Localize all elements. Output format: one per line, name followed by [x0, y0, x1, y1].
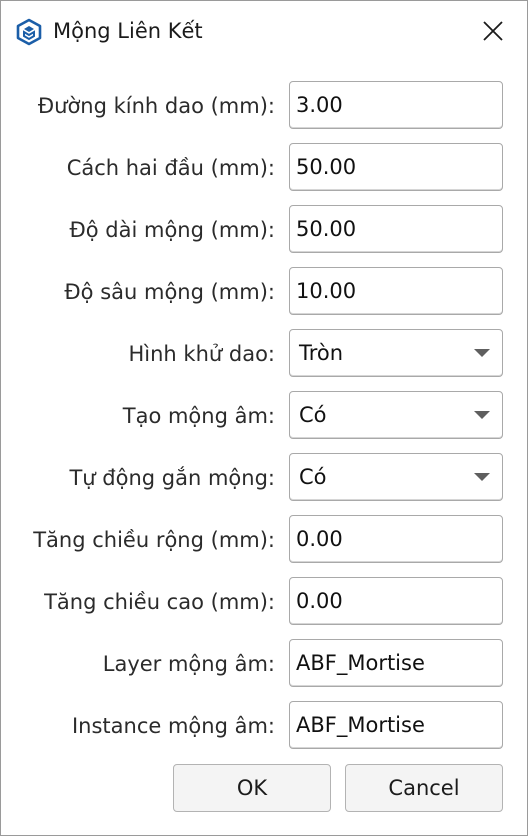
- label-cutter-relief: Hình khử dao:: [128, 342, 276, 366]
- row-mortise-instance: Instance mộng âm:: [1, 701, 527, 751]
- chevron-down-icon: [474, 349, 490, 357]
- auto-attach-value: Có: [299, 465, 327, 489]
- title-bar: Mộng Liên Kết: [1, 1, 527, 61]
- mortise-instance-field[interactable]: [289, 701, 503, 749]
- tenon-depth-field[interactable]: [289, 267, 503, 315]
- label-create-mortise: Tạo mộng âm:: [122, 404, 275, 428]
- row-width-increase: Tăng chiều rộng (mm):: [1, 515, 527, 565]
- close-button[interactable]: [459, 1, 527, 61]
- chevron-down-icon: [474, 411, 490, 419]
- cutter-relief-select[interactable]: Tròn: [289, 329, 503, 377]
- mortise-layer-input[interactable]: [290, 640, 502, 686]
- label-tenon-length: Độ dài mộng (mm):: [69, 218, 276, 242]
- height-increase-field[interactable]: [289, 577, 503, 625]
- label-end-offset: Cách hai đầu (mm):: [66, 156, 275, 180]
- tenon-length-field[interactable]: [289, 205, 503, 253]
- row-cutter-diameter: Đường kính dao (mm):: [1, 81, 527, 131]
- cutter-diameter-input[interactable]: [290, 82, 502, 128]
- label-height-increase: Tăng chiều cao (mm):: [44, 590, 275, 614]
- label-tenon-depth: Độ sâu mộng (mm):: [64, 280, 275, 304]
- window-title: Mộng Liên Kết: [53, 19, 203, 43]
- label-mortise-layer: Layer mộng âm:: [102, 652, 275, 676]
- form-body: Đường kính dao (mm): Cách hai đầu (mm): …: [1, 61, 527, 835]
- width-increase-field[interactable]: [289, 515, 503, 563]
- dialog-window: Mộng Liên Kết Đường kính dao (mm): Cách …: [0, 0, 528, 836]
- row-end-offset: Cách hai đầu (mm):: [1, 143, 527, 193]
- tenon-depth-input[interactable]: [290, 268, 502, 314]
- end-offset-input[interactable]: [290, 144, 502, 190]
- end-offset-field[interactable]: [289, 143, 503, 191]
- label-width-increase: Tăng chiều rộng (mm):: [33, 528, 275, 552]
- row-tenon-depth: Độ sâu mộng (mm):: [1, 267, 527, 317]
- create-mortise-select[interactable]: Có: [289, 391, 503, 439]
- ok-button[interactable]: OK: [173, 764, 331, 812]
- label-cutter-diameter: Đường kính dao (mm):: [37, 94, 275, 118]
- width-increase-input[interactable]: [290, 516, 502, 562]
- label-auto-attach: Tự động gắn mộng:: [69, 466, 275, 490]
- label-mortise-instance: Instance mộng âm:: [71, 714, 275, 738]
- cutter-diameter-field[interactable]: [289, 81, 503, 129]
- cutter-relief-value: Tròn: [299, 341, 344, 365]
- row-create-mortise: Tạo mộng âm: Có: [1, 391, 527, 441]
- height-increase-input[interactable]: [290, 578, 502, 624]
- close-icon: [483, 21, 503, 41]
- cancel-button[interactable]: Cancel: [345, 764, 503, 812]
- mortise-layer-field[interactable]: [289, 639, 503, 687]
- row-tenon-length: Độ dài mộng (mm):: [1, 205, 527, 255]
- mortise-instance-input[interactable]: [290, 702, 502, 748]
- app-logo-icon: [16, 18, 42, 46]
- tenon-length-input[interactable]: [290, 206, 502, 252]
- auto-attach-select[interactable]: Có: [289, 453, 503, 501]
- create-mortise-value: Có: [299, 403, 327, 427]
- row-cutter-relief: Hình khử dao: Tròn: [1, 329, 527, 379]
- row-height-increase: Tăng chiều cao (mm):: [1, 577, 527, 627]
- row-auto-attach: Tự động gắn mộng: Có: [1, 453, 527, 503]
- row-mortise-layer: Layer mộng âm:: [1, 639, 527, 689]
- chevron-down-icon: [474, 473, 490, 481]
